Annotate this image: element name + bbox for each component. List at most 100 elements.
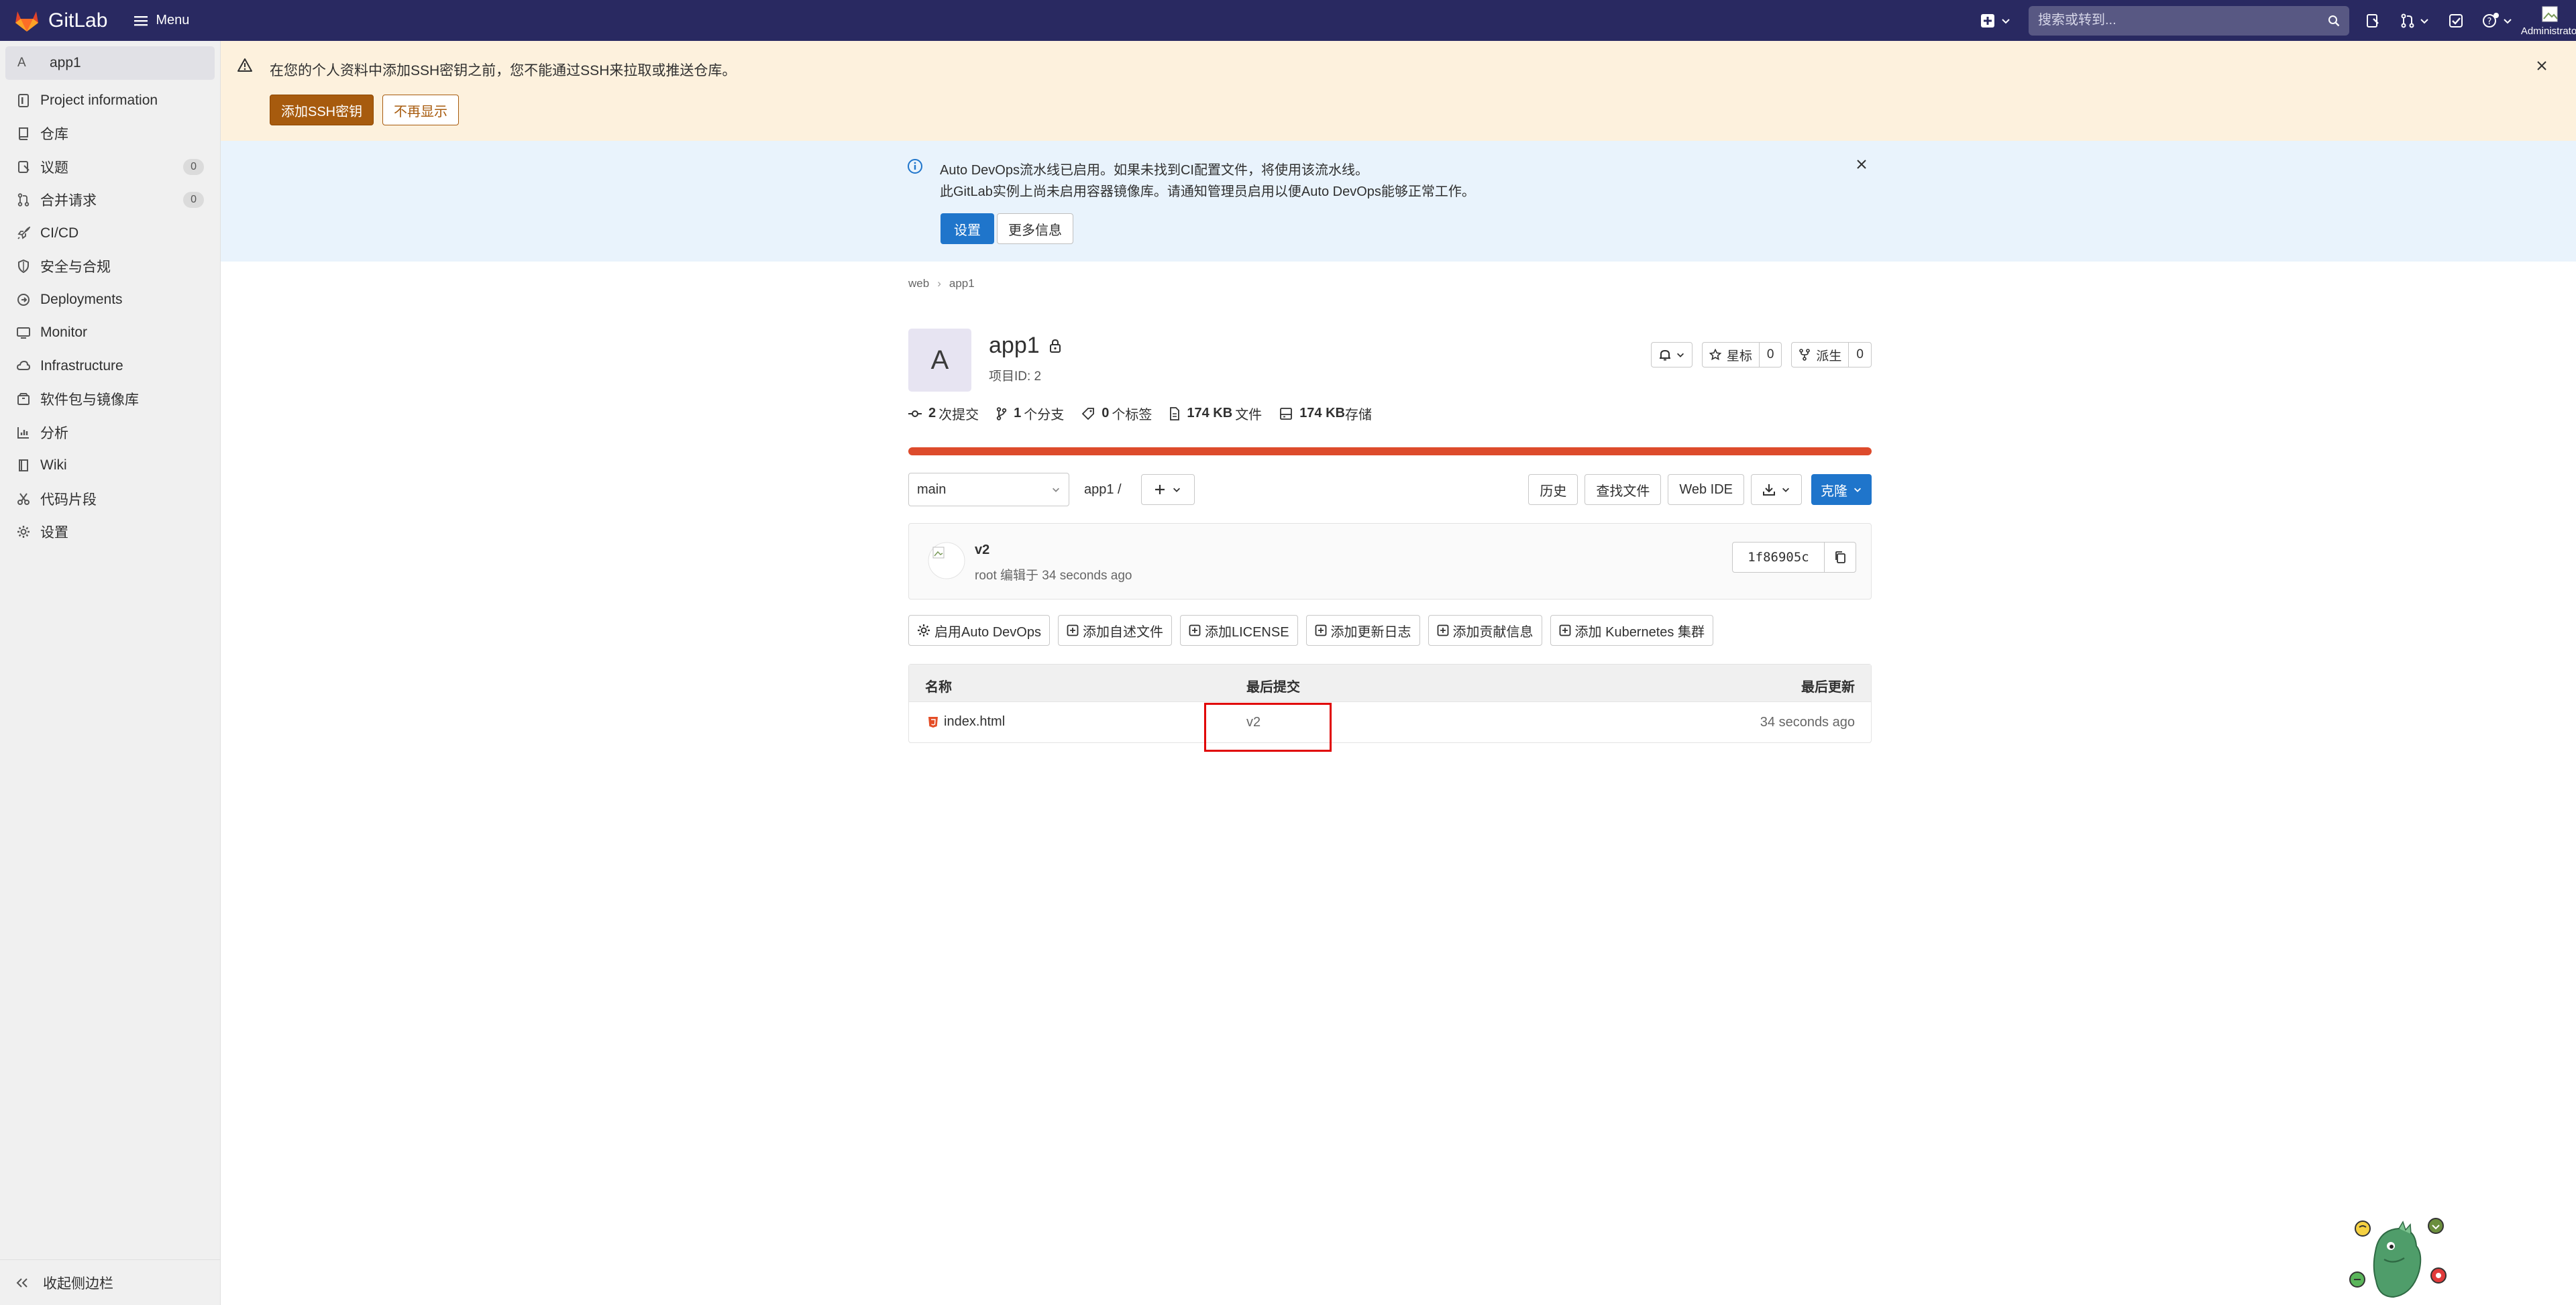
history-button[interactable]: 历史 xyxy=(1528,474,1578,505)
sidebar-item-label: Infrastructure xyxy=(40,357,123,374)
todos-nav-button[interactable] xyxy=(2449,13,2463,28)
shield-icon xyxy=(16,259,31,274)
branch-selector[interactable]: main xyxy=(908,473,1069,506)
storage-unit: 存储 xyxy=(1345,408,1372,422)
branches-stat[interactable]: 1 个分支 xyxy=(996,404,1064,423)
commits-stat[interactable]: 2 次提交 xyxy=(908,404,979,423)
tags-unit: 个标签 xyxy=(1112,408,1152,422)
sidebar-item-monitor[interactable]: Monitor xyxy=(0,317,220,350)
breadcrumb: web › app1 xyxy=(908,277,975,290)
sidebar-item-security[interactable]: 安全与合规 xyxy=(0,250,220,284)
web-ide-button[interactable]: Web IDE xyxy=(1668,474,1744,505)
plus-icon xyxy=(1155,485,1165,494)
commit-title[interactable]: v2 xyxy=(975,543,989,558)
sidebar-item-repository[interactable]: 仓库 xyxy=(0,117,220,151)
add-license-button[interactable]: 添加LICENSE xyxy=(1179,615,1298,646)
sidebar-item-wiki[interactable]: Wiki xyxy=(0,449,220,483)
enable-auto-devops-button[interactable]: 启用Auto DevOps xyxy=(908,615,1050,646)
copy-icon xyxy=(1835,551,1845,563)
sidebar-item-analytics[interactable]: 分析 xyxy=(0,416,220,449)
add-ssh-key-button[interactable]: 添加SSH密钥 xyxy=(270,95,374,125)
project-stats: 2 次提交 1 个分支 0 个标签 174 KB 文件 174 KB 存储 xyxy=(908,404,1389,423)
sidebar-item-label: 软件包与镜像库 xyxy=(40,392,139,408)
issues-icon xyxy=(2367,13,2379,27)
quick-action-label: 添加贡献信息 xyxy=(1452,624,1534,640)
file-name-cell[interactable]: index.html xyxy=(928,714,1005,730)
add-readme-button[interactable]: 添加自述文件 xyxy=(1057,615,1172,646)
close-icon[interactable] xyxy=(1856,158,1868,170)
commit-author-avatar[interactable] xyxy=(928,542,965,579)
create-new-dropdown[interactable] xyxy=(1980,13,2011,28)
star-label: 星标 xyxy=(1726,349,1752,363)
fork-count[interactable]: 0 xyxy=(1849,342,1872,367)
user-menu[interactable]: Administrator xyxy=(2521,5,2576,37)
file-last-update: 34 seconds ago xyxy=(1760,715,1855,730)
tags-stat[interactable]: 0 个标签 xyxy=(1081,404,1152,423)
table-row[interactable]: index.html v2 34 seconds ago xyxy=(909,702,1871,752)
search-box[interactable] xyxy=(2029,5,2349,36)
fork-button[interactable]: 派生 xyxy=(1791,342,1849,367)
merge-requests-nav-button[interactable] xyxy=(2400,13,2430,28)
chevron-down-icon xyxy=(2002,18,2010,23)
star-button-group: 星标 0 xyxy=(1701,342,1782,367)
gear-icon xyxy=(16,524,31,539)
fork-label: 派生 xyxy=(1816,349,1842,363)
merge-request-icon xyxy=(16,192,31,207)
files-unit: 文件 xyxy=(1235,408,1263,422)
issues-nav-button[interactable] xyxy=(2365,13,2380,28)
breadcrumb-project-link[interactable]: app1 xyxy=(949,277,975,290)
sidebar-item-packages[interactable]: 软件包与镜像库 xyxy=(0,383,220,416)
sidebar-item-issues[interactable]: 议题 0 xyxy=(0,150,220,184)
clone-button[interactable]: 克隆 xyxy=(1811,474,1872,505)
search-input[interactable] xyxy=(2038,13,2328,28)
plus-square-icon xyxy=(1437,624,1448,636)
collapse-sidebar-button[interactable]: 收起侧边栏 xyxy=(0,1259,221,1305)
help-nav-button[interactable]: ? xyxy=(2482,12,2513,30)
mascot-widget[interactable] xyxy=(2345,1211,2453,1305)
add-to-tree-dropdown[interactable] xyxy=(1141,474,1195,505)
storage-stat[interactable]: 174 KB 存储 xyxy=(1279,404,1372,423)
star-count[interactable]: 0 xyxy=(1759,342,1782,367)
sidebar-item-label: 合并请求 xyxy=(40,193,97,209)
warning-icon xyxy=(237,58,252,72)
notification-dropdown[interactable] xyxy=(1650,342,1693,367)
files-stat[interactable]: 174 KB 文件 xyxy=(1169,404,1262,423)
sidebar-item-label: Deployments xyxy=(40,291,123,307)
app-name: GitLab xyxy=(48,9,108,32)
copy-sha-button[interactable] xyxy=(1824,542,1856,573)
add-changelog-button[interactable]: 添加更新日志 xyxy=(1305,615,1420,646)
search-icon xyxy=(2328,15,2340,26)
devops-more-info-button[interactable]: 更多信息 xyxy=(997,213,1073,244)
devops-settings-button[interactable]: 设置 xyxy=(941,213,994,244)
menu-label: Menu xyxy=(156,13,190,27)
add-contributing-button[interactable]: 添加贡献信息 xyxy=(1428,615,1542,646)
tag-icon xyxy=(1081,407,1095,420)
sidebar-item-deployments[interactable]: Deployments xyxy=(0,283,220,317)
info-doc-icon xyxy=(16,93,31,108)
add-kubernetes-cluster-button[interactable]: 添加 Kubernetes 集群 xyxy=(1550,615,1713,646)
menu-button[interactable]: Menu xyxy=(134,13,189,28)
commit-sha[interactable]: 1f86905c xyxy=(1732,542,1825,573)
close-icon[interactable] xyxy=(2536,60,2548,72)
repository-languages-bar[interactable] xyxy=(908,447,1872,455)
book-icon xyxy=(16,458,31,473)
sidebar-item-project-information[interactable]: Project information xyxy=(0,84,220,117)
sidebar-item-snippets[interactable]: 代码片段 xyxy=(0,482,220,516)
hamburger-icon xyxy=(134,15,148,25)
top-navbar: GitLab Menu 搜索或转到... ? Administrator xyxy=(0,0,2576,41)
rocket-icon xyxy=(16,226,31,241)
breadcrumb-group-link[interactable]: web xyxy=(908,277,929,290)
download-dropdown[interactable] xyxy=(1751,474,1802,505)
gitlab-logo[interactable]: GitLab xyxy=(15,9,107,32)
find-file-button[interactable]: 查找文件 xyxy=(1585,474,1662,505)
branch-icon xyxy=(996,406,1007,420)
star-button[interactable]: 星标 xyxy=(1701,342,1760,367)
sidebar-project-header[interactable]: A app1 xyxy=(5,46,215,80)
devops-message-line1: Auto DevOps流水线已启用。如果未找到CI配置文件，将使用该流水线。 xyxy=(940,163,1368,178)
sidebar-item-merge-requests[interactable]: 合并请求 0 xyxy=(0,184,220,217)
sidebar-item-cicd[interactable]: CI/CD xyxy=(0,217,220,250)
sidebar-item-settings[interactable]: 设置 xyxy=(0,516,220,549)
sidebar-item-infrastructure[interactable]: Infrastructure xyxy=(0,349,220,383)
repository-path[interactable]: app1 / xyxy=(1084,482,1122,498)
dont-show-again-button[interactable]: 不再显示 xyxy=(382,95,459,125)
